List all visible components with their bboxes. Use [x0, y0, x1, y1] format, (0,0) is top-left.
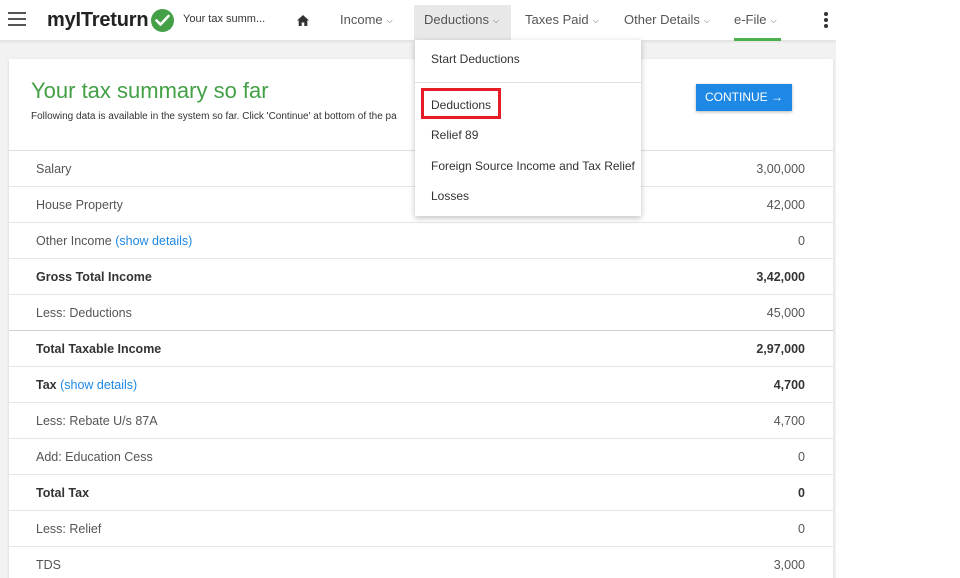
row-label: House Property: [36, 198, 123, 212]
row-value: 0: [798, 522, 805, 536]
row-label: Other Income: [36, 234, 112, 248]
row-label: Salary: [36, 162, 72, 176]
row-value: 45,000: [766, 306, 805, 320]
checkmark-icon: [151, 9, 174, 32]
nav-income-label: Income: [340, 12, 383, 27]
row-label: Gross Total Income: [36, 270, 152, 284]
deductions-dropdown-menu: Start Deductions Deductions Relief 89 Fo…: [415, 40, 641, 216]
row-label-group: Other Income (show details): [36, 223, 192, 259]
row-value: 3,000: [773, 558, 805, 572]
nav-efile[interactable]: e-File ⌵: [724, 0, 787, 40]
nav-other-details-label: Other Details: [624, 12, 700, 27]
menu-item-start-deductions[interactable]: Start Deductions: [431, 52, 520, 66]
table-row: Tax (show details) 4,700: [9, 367, 833, 403]
row-label: TDS: [36, 558, 61, 572]
row-label: Less: Relief: [36, 522, 102, 536]
row-value: 42,000: [766, 198, 805, 212]
table-row: Less: Relief 0: [9, 511, 833, 547]
row-label: Less: Rebate U/s 87A: [36, 414, 158, 428]
row-value: 0: [798, 486, 805, 500]
table-row: Total Tax 0: [9, 475, 833, 511]
breadcrumb[interactable]: Your tax summ...: [183, 13, 265, 25]
row-label: Add: Education Cess: [36, 450, 153, 464]
arrow-right-icon: →: [771, 90, 783, 104]
menu-item-losses[interactable]: Losses: [431, 189, 469, 203]
chevron-down-icon: ⌵: [592, 16, 599, 25]
row-value: 2,97,000: [756, 342, 805, 356]
continue-button-label: CONTINUE: [704, 90, 768, 104]
row-value: 3,00,000: [756, 162, 805, 176]
table-row: Gross Total Income 3,42,000: [9, 259, 833, 295]
row-label: Total Tax: [36, 486, 90, 500]
menu-item-foreign-source-income[interactable]: Foreign Source Income and Tax Relief: [431, 159, 635, 173]
table-row: Other Income (show details) 0: [9, 223, 833, 259]
table-row: TDS 3,000: [9, 547, 833, 578]
row-value: 0: [798, 234, 805, 248]
top-navigation-bar: myITreturn Your tax summ... Income ⌵ Dedu…: [0, 0, 836, 41]
row-label: Total Taxable Income: [36, 342, 162, 356]
table-row: Less: Deductions 45,000: [9, 295, 833, 331]
efile-active-underline: [734, 38, 781, 41]
continue-button[interactable]: CONTINUE →: [696, 84, 792, 111]
menu-item-relief-89[interactable]: Relief 89: [431, 128, 478, 142]
chevron-down-icon: ⌵: [770, 16, 777, 25]
hamburger-menu-icon[interactable]: [8, 12, 26, 28]
row-value: 4,700: [773, 378, 805, 392]
table-row: Less: Rebate U/s 87A 4,700: [9, 403, 833, 439]
nav-taxes-paid-label: Taxes Paid: [525, 12, 589, 27]
page-title: Your tax summary so far: [31, 78, 269, 103]
more-options-icon[interactable]: [823, 12, 829, 30]
page-subtitle: Following data is available in the syste…: [31, 111, 397, 122]
app-window: myITreturn Your tax summ... Income ⌵ Dedu…: [0, 0, 836, 578]
row-value: 4,700: [773, 414, 805, 428]
nav-other-details[interactable]: Other Details ⌵: [614, 0, 720, 40]
nav-taxes-paid[interactable]: Taxes Paid ⌵: [515, 0, 609, 40]
nav-deductions[interactable]: Deductions ⌵: [414, 5, 511, 40]
nav-income[interactable]: Income ⌵: [330, 0, 403, 40]
row-label: Tax: [36, 378, 57, 392]
row-label: Less: Deductions: [36, 306, 132, 320]
nav-efile-label: e-File: [734, 12, 767, 27]
menu-divider: [415, 82, 641, 83]
app-logo[interactable]: myITreturn: [47, 9, 149, 32]
table-row: Add: Education Cess 0: [9, 439, 833, 475]
row-value: 3,42,000: [756, 270, 805, 284]
row-label-group: Tax (show details): [36, 367, 137, 403]
chevron-down-icon: ⌵: [493, 16, 500, 25]
chevron-down-icon: ⌵: [703, 16, 710, 25]
row-value: 0: [798, 450, 805, 464]
show-details-link[interactable]: (show details): [115, 234, 192, 248]
home-icon[interactable]: [297, 13, 309, 26]
nav-deductions-label: Deductions: [424, 12, 490, 27]
table-row: Total Taxable Income 2,97,000: [9, 331, 833, 367]
highlight-box: [421, 88, 501, 119]
show-details-link[interactable]: (show details): [60, 378, 137, 392]
chevron-down-icon: ⌵: [386, 16, 393, 25]
